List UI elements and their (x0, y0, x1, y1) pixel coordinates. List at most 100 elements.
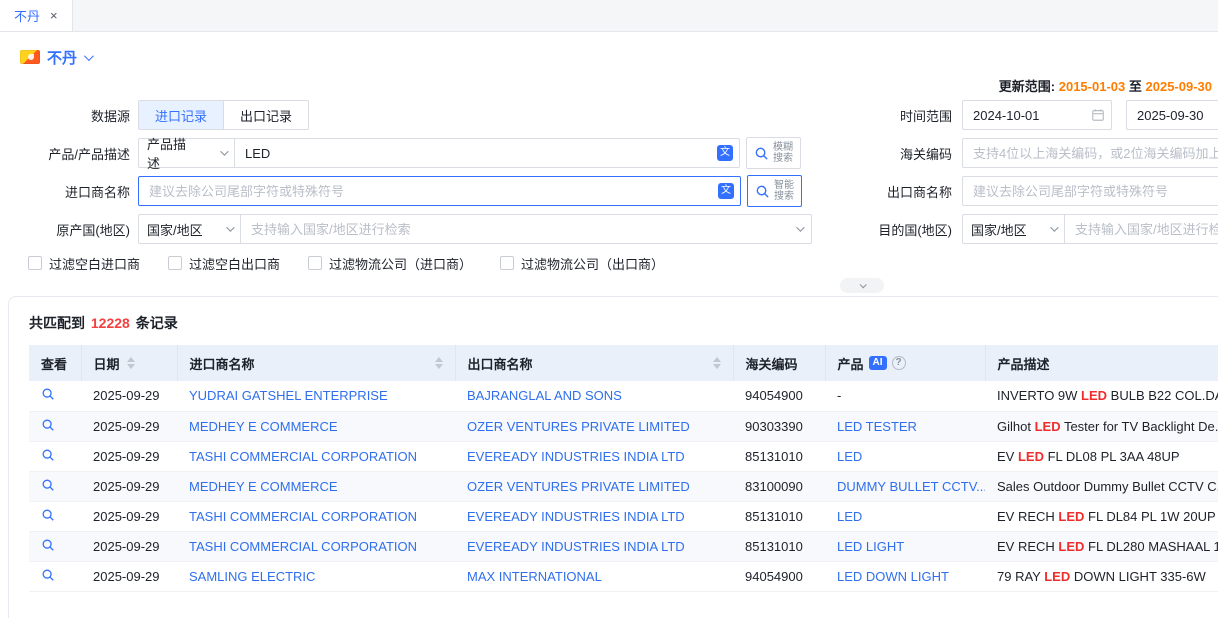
destination-type-select[interactable]: 国家/地区 (962, 214, 1064, 244)
view-record-button[interactable] (41, 478, 55, 492)
column-header-importer[interactable]: 进口商名称 (177, 345, 455, 381)
view-record-button[interactable] (41, 508, 55, 522)
smart-search-button[interactable]: 智能 搜索 (747, 175, 802, 207)
exporter-link[interactable]: EVEREADY INDUSTRIES INDIA LTD (467, 539, 685, 554)
table-row[interactable]: 2025-09-29 TASHI COMMERCIAL CORPORATION … (29, 441, 1218, 471)
table-row[interactable]: 2025-09-29 MEDHEY E COMMERCE OZER VENTUR… (29, 471, 1218, 501)
column-header-product: 产品 AI ? (825, 345, 985, 381)
record-date: 2025-09-29 (81, 561, 177, 591)
export-records-button[interactable]: 出口记录 (223, 101, 308, 129)
update-range-label: 更新范围: (999, 79, 1055, 94)
exporter-link[interactable]: OZER VENTURES PRIVATE LIMITED (467, 479, 690, 494)
view-record-button[interactable] (41, 418, 55, 432)
importer-search-input[interactable] (138, 176, 741, 206)
record-date: 2025-09-29 (81, 501, 177, 531)
checkbox-icon[interactable] (308, 256, 322, 270)
tab-bar: 不丹 × (0, 0, 1218, 32)
match-count-line: 共匹配到 12228 条记录 (29, 313, 1218, 333)
origin-type-select[interactable]: 国家/地区 (138, 214, 240, 244)
product-link[interactable]: LED LIGHT (837, 539, 904, 554)
checkbox-filter-logistics-importer[interactable]: 过滤物流公司（进口商） (308, 254, 472, 273)
date-to-input[interactable] (1126, 100, 1218, 130)
search-icon (754, 146, 769, 161)
time-range-label: 时间范围 (830, 106, 962, 125)
importer-link[interactable]: YUDRAI GATSHEL ENTERPRISE (189, 388, 388, 403)
table-row[interactable]: 2025-09-29 TASHI COMMERCIAL CORPORATION … (29, 531, 1218, 561)
hs-code-input[interactable] (962, 138, 1218, 168)
product-link[interactable]: LED DOWN LIGHT (837, 569, 949, 584)
table-row[interactable]: 2025-09-29 TASHI COMMERCIAL CORPORATION … (29, 501, 1218, 531)
view-record-button[interactable] (41, 538, 55, 552)
importer-link[interactable]: TASHI COMMERCIAL CORPORATION (189, 539, 417, 554)
hs-code-field[interactable] (962, 138, 1218, 168)
date-from-field[interactable] (962, 100, 1112, 130)
info-icon[interactable]: ? (892, 356, 906, 370)
import-records-button[interactable]: 进口记录 (139, 101, 223, 129)
product-link[interactable]: LED TESTER (837, 419, 917, 434)
product-description: EV RECH LED FL DL280 MASHAAL 10... (985, 531, 1218, 561)
hs-code: 83100090 (733, 471, 825, 501)
translate-icon[interactable]: 文 (717, 145, 733, 161)
product-type-select[interactable]: 产品描述 (138, 138, 234, 168)
checkbox-filter-blank-importer[interactable]: 过滤空白进口商 (28, 254, 140, 273)
exporter-link[interactable]: BAJRANGLAL AND SONS (467, 388, 622, 403)
sort-icon[interactable] (127, 357, 135, 369)
record-date: 2025-09-29 (81, 381, 177, 411)
importer-link[interactable]: SAMLING ELECTRIC (189, 569, 315, 584)
checkbox-filter-logistics-exporter[interactable]: 过滤物流公司（出口商） (500, 254, 664, 273)
view-record-button[interactable] (41, 387, 55, 401)
importer-link[interactable]: MEDHEY E COMMERCE (189, 419, 338, 434)
checkbox-icon[interactable] (168, 256, 182, 270)
sort-icon[interactable] (435, 357, 443, 369)
chevron-down-icon[interactable] (84, 51, 94, 61)
fuzzy-search-button[interactable]: 模糊 搜索 (746, 137, 801, 169)
record-date: 2025-09-29 (81, 441, 177, 471)
bhutan-flag-icon (20, 50, 40, 64)
exporter-link[interactable]: EVEREADY INDUSTRIES INDIA LTD (467, 509, 685, 524)
results-table: 查看 日期 进口商名称 出口商名称 海关编码 产品 (29, 345, 1218, 592)
origin-country-input[interactable] (240, 214, 812, 244)
destination-country-field[interactable] (1064, 214, 1218, 244)
translate-icon[interactable]: 文 (718, 183, 734, 199)
product-search-field[interactable]: 文 (234, 138, 740, 168)
product-link[interactable]: LED (837, 509, 862, 524)
filter-row-product: 产品/产品描述 产品描述 文 模糊 搜索 海关编码 (0, 138, 1218, 168)
exporter-link[interactable]: OZER VENTURES PRIVATE LIMITED (467, 419, 690, 434)
column-header-exporter[interactable]: 出口商名称 (455, 345, 733, 381)
hs-code: 85131010 (733, 501, 825, 531)
product-search-input[interactable] (234, 138, 740, 168)
importer-search-field[interactable]: 文 (138, 176, 741, 206)
column-header-view: 查看 (29, 345, 81, 381)
exporter-link[interactable]: MAX INTERNATIONAL (467, 569, 602, 584)
checkbox-filter-blank-exporter[interactable]: 过滤空白出口商 (168, 254, 280, 273)
product-link[interactable]: DUMMY BULLET CCTV... (837, 479, 985, 494)
importer-link[interactable]: MEDHEY E COMMERCE (189, 479, 338, 494)
checkbox-icon[interactable] (500, 256, 514, 270)
importer-link[interactable]: TASHI COMMERCIAL CORPORATION (189, 509, 417, 524)
date-to-field[interactable] (1126, 100, 1218, 130)
product-link[interactable]: LED (837, 449, 862, 464)
exporter-search-input[interactable] (962, 176, 1218, 206)
tab-close-icon[interactable]: × (50, 9, 58, 22)
country-header: 不丹 (20, 46, 1218, 68)
exporter-search-field[interactable] (962, 176, 1218, 206)
table-row[interactable]: 2025-09-29 YUDRAI GATSHEL ENTERPRISE BAJ… (29, 381, 1218, 411)
collapse-filters-button[interactable] (840, 278, 884, 293)
view-record-button[interactable] (41, 448, 55, 462)
date-from-input[interactable] (962, 100, 1112, 130)
view-record-button[interactable] (41, 568, 55, 582)
checkbox-icon[interactable] (28, 256, 42, 270)
calendar-icon[interactable] (1091, 108, 1105, 125)
tab-bhutan[interactable]: 不丹 × (0, 0, 73, 31)
table-row[interactable]: 2025-09-29 MEDHEY E COMMERCE OZER VENTUR… (29, 411, 1218, 441)
column-header-description: 产品描述 (985, 345, 1218, 381)
sort-icon[interactable] (713, 357, 721, 369)
importer-link[interactable]: TASHI COMMERCIAL CORPORATION (189, 449, 417, 464)
column-header-hs: 海关编码 (733, 345, 825, 381)
table-row[interactable]: 2025-09-29 SAMLING ELECTRIC MAX INTERNAT… (29, 561, 1218, 591)
exporter-link[interactable]: EVEREADY INDUSTRIES INDIA LTD (467, 449, 685, 464)
column-header-date[interactable]: 日期 (81, 345, 177, 381)
destination-country-input[interactable] (1064, 214, 1218, 244)
origin-country-field[interactable] (240, 214, 812, 244)
product-description: EV LED FL DL08 PL 3AA 48UP (985, 441, 1218, 471)
